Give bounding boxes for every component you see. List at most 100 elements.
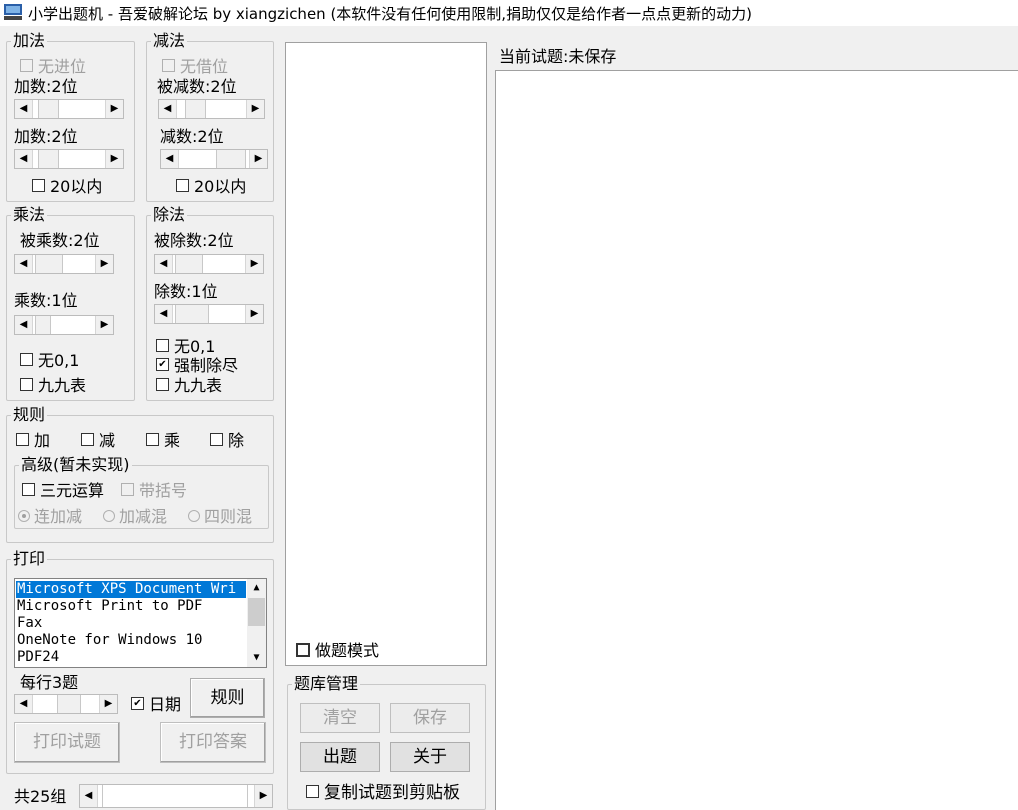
addend1-thumb[interactable] [38, 100, 59, 118]
printer-list-item[interactable]: PDF24 [16, 649, 59, 666]
scroll-left-icon[interactable]: ◀ [155, 255, 173, 273]
date-checkbox[interactable]: ✔ 日期 [131, 695, 181, 715]
div-exact-label: 强制除尽 [174, 356, 239, 375]
multiplicand-thumb[interactable] [35, 255, 63, 273]
scroll-right-icon[interactable]: ▶ [95, 316, 113, 334]
scroll-down-icon[interactable]: ▼ [247, 649, 266, 667]
three-operand-checkbox[interactable]: 三元运算 [22, 481, 104, 501]
add-within20-checkbox[interactable]: 20以内 [32, 177, 102, 197]
about-button[interactable]: 关于 [390, 742, 470, 772]
scroll-left-icon[interactable]: ◀ [15, 255, 33, 273]
multiplication-legend: 乘法 [13, 205, 46, 224]
scroll-right-icon[interactable]: ▶ [254, 785, 272, 807]
printer-list-scrollbar[interactable]: ▲ ▼ [247, 579, 266, 667]
mul-times-table-checkbox[interactable]: 九九表 [20, 376, 86, 396]
addition-legend: 加法 [13, 31, 46, 50]
scroll-right-icon[interactable]: ▶ [249, 150, 267, 168]
printer-list[interactable]: Microsoft XPS Document Wri Microsoft Pri… [14, 578, 267, 668]
rule-sub-label: 减 [99, 431, 116, 450]
addend2-scrollbar[interactable]: ◀ ▶ [14, 149, 124, 169]
minuend-scrollbar[interactable]: ◀ ▶ [158, 99, 265, 119]
checkmark-icon: ✔ [131, 697, 144, 710]
scroll-left-icon[interactable]: ◀ [15, 150, 33, 168]
multiplicand-scrollbar[interactable]: ◀ ▶ [14, 254, 114, 274]
no-borrow-checkbox[interactable]: 无借位 [162, 57, 228, 77]
rule-mul-checkbox[interactable]: 乘 [146, 431, 180, 451]
div-no01-checkbox[interactable]: 无0,1 [156, 337, 215, 357]
scroll-right-icon[interactable]: ▶ [105, 100, 123, 118]
mode-radio-3[interactable]: 四则混 [188, 507, 252, 527]
current-test-label: 当前试题:未保存 [499, 47, 617, 66]
scroll-left-icon[interactable]: ◀ [15, 316, 33, 334]
addend2-thumb[interactable] [38, 150, 59, 168]
scroll-left-icon[interactable]: ◀ [15, 695, 33, 713]
subtrahend-thumb[interactable] [216, 150, 246, 168]
divisor-label: 除数:1位 [154, 282, 218, 301]
scroll-right-icon[interactable]: ▶ [105, 150, 123, 168]
add-within20-label: 20以内 [50, 177, 103, 196]
print-answers-button[interactable]: 打印答案 [160, 722, 266, 763]
clear-button[interactable]: 清空 [300, 703, 380, 733]
per-row-thumb[interactable] [57, 695, 81, 713]
rule-add-label: 加 [34, 431, 51, 450]
save-button[interactable]: 保存 [390, 703, 470, 733]
subtrahend-scrollbar[interactable]: ◀ ▶ [160, 149, 268, 169]
mode-radio-2[interactable]: 加减混 [103, 507, 167, 527]
rule-sub-checkbox[interactable]: 减 [81, 431, 115, 451]
scroll-right-icon[interactable]: ▶ [245, 305, 263, 323]
divisor-scrollbar[interactable]: ◀ ▶ [154, 304, 264, 324]
brackets-checkbox[interactable]: 带括号 [121, 481, 187, 501]
per-row-scrollbar[interactable]: ◀ ▶ [14, 694, 118, 714]
dividend-thumb[interactable] [175, 255, 203, 273]
minuend-thumb[interactable] [185, 100, 206, 118]
groups-thumb[interactable] [102, 785, 248, 807]
div-exact-checkbox[interactable]: ✔ 强制除尽 [156, 356, 238, 376]
divisor-thumb[interactable] [175, 305, 209, 323]
dividend-scrollbar[interactable]: ◀ ▶ [154, 254, 264, 274]
scroll-right-icon[interactable]: ▶ [246, 100, 264, 118]
printer-list-item[interactable]: Microsoft Print to PDF [16, 598, 202, 615]
mode-radio-1[interactable]: 连加减 [18, 507, 82, 527]
scroll-up-icon[interactable]: ▲ [247, 579, 266, 597]
current-test-area[interactable] [495, 70, 1018, 810]
printer-list-item[interactable]: OneNote for Windows 10 [16, 632, 202, 649]
no-carry-checkbox[interactable]: 无进位 [20, 57, 86, 77]
multiplier-thumb[interactable] [35, 316, 51, 334]
rule-div-checkbox[interactable]: 除 [210, 431, 244, 451]
generate-button[interactable]: 出题 [300, 742, 380, 772]
sub-within20-checkbox[interactable]: 20以内 [176, 177, 246, 197]
division-legend: 除法 [153, 205, 186, 224]
copy-to-clipboard-checkbox[interactable]: 复制试题到剪贴板 [306, 783, 460, 803]
app-icon [4, 4, 22, 20]
scroll-right-icon[interactable]: ▶ [95, 255, 113, 273]
div-no01-label: 无0,1 [174, 337, 216, 356]
checkmark-icon: ✔ [156, 358, 169, 371]
scroll-left-icon[interactable]: ◀ [15, 100, 33, 118]
addend1-label: 加数:2位 [14, 77, 78, 96]
scroll-left-icon[interactable]: ◀ [80, 785, 98, 807]
per-row-label: 每行3题 [20, 673, 79, 692]
printer-list-thumb[interactable] [248, 598, 265, 626]
div-times-table-checkbox[interactable]: 九九表 [156, 376, 222, 396]
print-questions-button[interactable]: 打印试题 [14, 722, 120, 763]
scroll-right-icon[interactable]: ▶ [99, 695, 117, 713]
rule-add-checkbox[interactable]: 加 [16, 431, 50, 451]
three-operand-label: 三元运算 [40, 481, 105, 500]
question-list[interactable] [285, 42, 487, 666]
printer-list-item[interactable]: Microsoft XPS Document Wri [16, 581, 246, 598]
printer-list-item[interactable]: Fax [16, 615, 42, 632]
mul-no01-checkbox[interactable]: 无0,1 [20, 351, 79, 371]
window-title: 小学出题机 - 吾爱破解论坛 by xiangzichen (本软件没有任何使用… [28, 5, 752, 23]
practice-mode-checkbox[interactable]: 做题模式 [296, 641, 379, 661]
rule-div-label: 除 [228, 431, 245, 450]
groups-scrollbar[interactable]: ◀ ▶ [79, 784, 273, 808]
scroll-left-icon[interactable]: ◀ [155, 305, 173, 323]
scroll-left-icon[interactable]: ◀ [159, 100, 177, 118]
bank-legend: 题库管理 [294, 674, 359, 693]
print-rules-button[interactable]: 规则 [190, 678, 265, 718]
scroll-left-icon[interactable]: ◀ [161, 150, 179, 168]
addend1-scrollbar[interactable]: ◀ ▶ [14, 99, 124, 119]
multiplier-scrollbar[interactable]: ◀ ▶ [14, 315, 114, 335]
scroll-right-icon[interactable]: ▶ [245, 255, 263, 273]
print-legend: 打印 [13, 549, 46, 568]
